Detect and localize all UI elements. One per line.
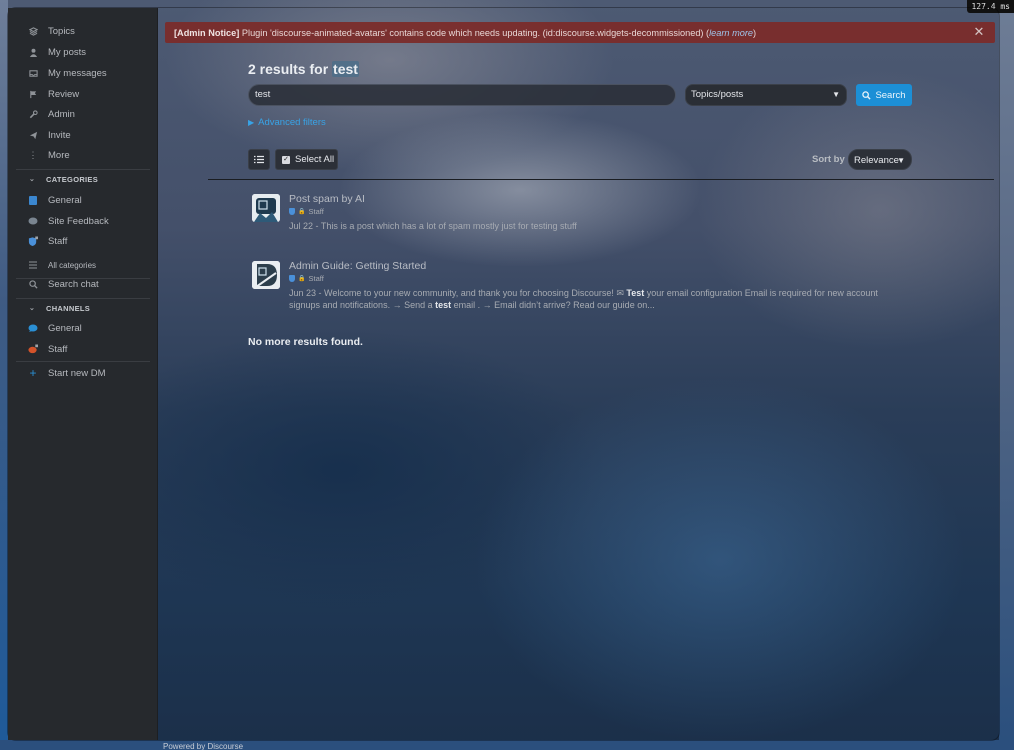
notice-prefix: [Admin Notice]: [174, 27, 240, 38]
sidebar-item-label: Review: [48, 88, 80, 100]
sidebar-item-my-posts[interactable]: My posts: [8, 42, 158, 62]
ellipsis-vertical-icon: ⋮: [28, 149, 38, 160]
chevron-down-icon: ⌄: [29, 305, 36, 312]
section-header-categories[interactable]: ⌄ CATEGORIES: [8, 172, 158, 186]
chat-bubble-lock-icon: [28, 344, 38, 354]
sidebar-item-more[interactable]: ⋮ More: [8, 145, 158, 165]
result-blurb: Jul 22 - This is a post which has a lot …: [289, 221, 577, 231]
wrench-icon: [28, 109, 38, 119]
desktop-edge-left: [0, 0, 8, 750]
search-icon: [28, 279, 38, 289]
desktop-edge-right: [999, 0, 1014, 750]
sidebar-item-topics[interactable]: Topics: [8, 21, 158, 41]
list-icon: [254, 155, 264, 164]
notice-suffix: ): [753, 27, 757, 38]
plus-icon: +: [29, 366, 37, 380]
search-type-select[interactable]: Topics/posts ▼: [685, 84, 847, 106]
sidebar: Topics My posts My messages Review Admin…: [8, 8, 158, 740]
sidebar-divider: [16, 298, 150, 299]
avatar[interactable]: [252, 194, 280, 222]
sort-select[interactable]: Relevance ▼: [848, 149, 912, 170]
sidebar-start-dm[interactable]: + Start new DM: [8, 363, 158, 383]
notice-learn-more-link[interactable]: learn more: [709, 28, 753, 38]
result-date: Jun 23: [289, 288, 317, 298]
results-divider: [208, 179, 994, 180]
search-result: Admin Guide: Getting Started 🔒 Staff Jun…: [252, 260, 892, 320]
caret-down-icon: ▼: [832, 90, 840, 99]
bulk-select-toggle[interactable]: [248, 149, 270, 170]
sidebar-all-categories[interactable]: All categories: [8, 258, 158, 272]
envelope-icon: ✉: [616, 288, 627, 298]
result-category[interactable]: 🔒 Staff: [289, 207, 324, 216]
layers-icon: [28, 26, 38, 36]
close-icon[interactable]: ✕: [972, 25, 986, 39]
section-header-channels[interactable]: ⌄ CHANNELS: [8, 301, 158, 315]
sidebar-item-invite[interactable]: Invite: [8, 125, 158, 145]
no-more-results: No more results found.: [248, 336, 363, 348]
sidebar-item-label: More: [48, 149, 70, 161]
result-category[interactable]: 🔒 Staff: [289, 274, 324, 283]
inbox-icon: [28, 68, 38, 78]
search-icon: [862, 90, 872, 100]
sidebar-category-staff[interactable]: Staff: [8, 231, 158, 251]
shield-icon: [289, 208, 295, 215]
sidebar-item-admin[interactable]: Admin: [8, 104, 158, 124]
admin-notice-banner: [Admin Notice] Plugin 'discourse-animate…: [165, 22, 995, 43]
search-button[interactable]: Search: [856, 84, 912, 106]
select-all-button[interactable]: ✓ Select All: [275, 149, 338, 170]
powered-by-footer[interactable]: Powered by Discourse: [163, 742, 243, 750]
result-title-link[interactable]: Admin Guide: Getting Started: [289, 260, 426, 272]
shield-lock-icon: [28, 236, 38, 246]
search-input[interactable]: test: [248, 84, 676, 106]
sidebar-item-my-messages[interactable]: My messages: [8, 63, 158, 83]
notice-message: Plugin 'discourse-animated-avatars' cont…: [239, 27, 710, 38]
user-icon: [28, 47, 38, 57]
result-title-link[interactable]: Post spam by AI: [289, 193, 365, 205]
advanced-filters-toggle[interactable]: ▶ Advanced filters: [248, 117, 326, 128]
category-square-icon: [28, 195, 38, 205]
flag-icon: [28, 89, 38, 99]
chevron-down-icon: ⌄: [29, 176, 36, 183]
sidebar-item-label: My posts: [48, 46, 87, 58]
sidebar-channel-general[interactable]: General: [8, 318, 158, 338]
sort-label: Sort by: [812, 154, 845, 165]
search-term-highlight: test: [332, 61, 359, 77]
paper-plane-icon: [28, 130, 38, 140]
shield-icon: [289, 275, 295, 282]
sidebar-category-site-feedback[interactable]: Site Feedback: [8, 211, 158, 231]
result-blurb: Jun 23 - Welcome to your new community, …: [289, 288, 878, 310]
page-title: 2 results for test: [248, 61, 359, 77]
triangle-right-icon: ▶: [248, 118, 255, 127]
sidebar-search-chat[interactable]: Search chat: [8, 274, 158, 294]
checkbox-icon: ✓: [282, 155, 290, 164]
sidebar-item-label: Topics: [48, 25, 75, 37]
sidebar-item-label: Admin: [48, 108, 75, 120]
sidebar-divider: [16, 361, 150, 362]
sidebar-channel-staff[interactable]: Staff: [8, 339, 158, 359]
sidebar-item-label: Invite: [48, 129, 71, 141]
search-result: Post spam by AI 🔒 Staff Jul 22 - This is…: [252, 193, 892, 238]
desktop-edge-bottom: [0, 740, 1014, 750]
caret-down-icon: ▼: [897, 156, 905, 165]
lock-icon: 🔒: [298, 209, 306, 215]
sidebar-item-label: My messages: [48, 67, 107, 79]
chat-bubble-icon: [28, 323, 38, 333]
avatar[interactable]: [252, 261, 280, 289]
sidebar-divider: [16, 169, 150, 170]
result-date: Jul 22: [289, 221, 314, 231]
sidebar-item-review[interactable]: Review: [8, 84, 158, 104]
speech-bubble-icon: [28, 216, 38, 226]
sidebar-category-general[interactable]: General: [8, 190, 158, 210]
lock-icon: 🔒: [298, 276, 306, 282]
list-icon: [28, 260, 38, 270]
